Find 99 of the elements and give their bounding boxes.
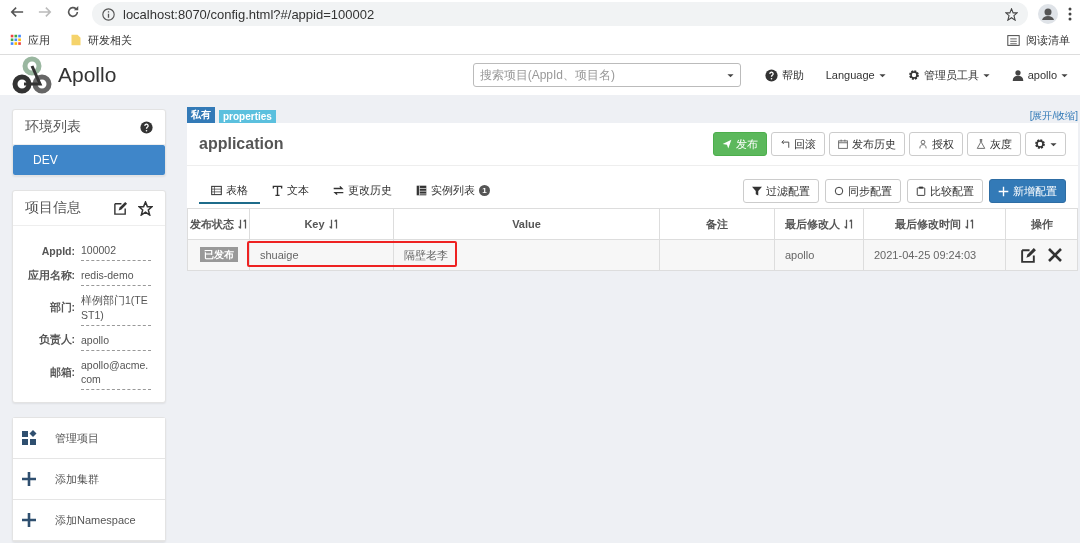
- env-item[interactable]: DEV: [13, 145, 165, 175]
- bookmark[interactable]: 研发相关: [88, 32, 132, 48]
- logo-icon: [12, 56, 52, 94]
- column-header: 操作: [1030, 216, 1053, 232]
- sort-icon: [237, 219, 248, 229]
- namespace-title: application: [199, 135, 284, 153]
- nav-link[interactable]: apollo: [1011, 67, 1068, 83]
- delete-button[interactable]: [1047, 246, 1063, 264]
- field-value: redis-demo: [81, 265, 151, 287]
- tab[interactable]: 实例列表 1: [404, 179, 502, 204]
- settings-button[interactable]: [1025, 132, 1066, 156]
- plus-icon: [21, 512, 37, 529]
- help-icon: [140, 120, 153, 134]
- caret-icon: [1050, 140, 1057, 148]
- table-cell: 2021-04-25 09:24:03: [874, 249, 977, 261]
- bookmark[interactable]: 应用: [28, 32, 50, 48]
- plus-icon: [21, 471, 37, 488]
- tab[interactable]: 更改历史: [321, 179, 404, 204]
- toolbar-button[interactable]: 过滤配置: [743, 179, 819, 203]
- nav-link[interactable]: Language: [825, 67, 886, 83]
- send-icon: [722, 139, 732, 149]
- plus-icon: [998, 185, 1009, 197]
- toolbar-button[interactable]: 新增配置: [989, 179, 1066, 203]
- field-label: AppId:: [40, 244, 75, 257]
- field-value: 100002: [81, 240, 151, 262]
- edit-icon: [1020, 246, 1037, 264]
- field-label: 部门:: [48, 301, 75, 315]
- settings-icon: [1034, 138, 1046, 150]
- reading-list-icon: [1007, 33, 1020, 47]
- info-icon: [102, 7, 115, 21]
- grid-icon: [21, 430, 37, 447]
- tab[interactable]: 表格: [199, 179, 260, 204]
- column-header[interactable]: Key: [304, 218, 339, 230]
- address-bar[interactable]: localhost:8070/config.html?#/appid=100002: [92, 2, 1028, 26]
- toolbar-button[interactable]: 灰度: [967, 132, 1021, 156]
- user-icon: [1011, 69, 1024, 81]
- caret-icon: [1061, 71, 1068, 79]
- caret-icon: [878, 71, 886, 79]
- user-icon: [918, 139, 928, 149]
- sort-icon: [328, 219, 339, 229]
- action-item[interactable]: 添加Namespace: [13, 500, 165, 542]
- field-label: 邮箱:: [48, 365, 75, 380]
- star-icon: [1005, 7, 1018, 21]
- field-value: apollo: [81, 329, 151, 351]
- help-icon: [764, 68, 778, 82]
- caret-icon: [726, 71, 734, 79]
- action-item[interactable]: 管理项目: [13, 418, 165, 460]
- list-icon: [416, 185, 427, 196]
- calendar-icon: [838, 139, 848, 149]
- edit-icon: [113, 200, 128, 216]
- panel-title: 环境列表: [25, 118, 81, 136]
- text-icon: [272, 185, 283, 196]
- toolbar-button[interactable]: 发布历史: [829, 132, 905, 156]
- menu-icon[interactable]: [1068, 7, 1072, 21]
- column-header: 备注: [706, 216, 728, 232]
- field-value: apollo@acme.com: [81, 354, 151, 391]
- column-header: Value: [512, 218, 541, 230]
- reload-icon: [66, 5, 80, 19]
- toolbar-button[interactable]: 比较配置: [907, 179, 983, 203]
- reading-list-link[interactable]: 阅读清单: [1026, 32, 1070, 48]
- star-icon: [138, 200, 153, 216]
- field-value: 样例部门1(TEST1): [81, 290, 151, 326]
- toolbar-button[interactable]: 回滚: [771, 132, 825, 156]
- edit-button[interactable]: [1020, 246, 1037, 264]
- back-icon: [10, 5, 24, 19]
- field-label: 负责人:: [37, 333, 75, 348]
- nav-link[interactable]: 帮助: [764, 67, 804, 83]
- tag: properties: [219, 110, 276, 123]
- status-label: 已发布: [199, 247, 238, 262]
- swap-icon: [333, 185, 344, 196]
- table-cell: 隔壁老李: [404, 248, 448, 261]
- forward-icon: [38, 5, 52, 19]
- tab[interactable]: 文本: [260, 179, 321, 204]
- circle-icon: [834, 186, 844, 196]
- sort-icon: [843, 219, 854, 229]
- table-cell: shuaige: [260, 249, 299, 261]
- settings-icon: [907, 69, 920, 81]
- toolbar-button[interactable]: 授权: [909, 132, 963, 156]
- expand-link[interactable]: [展开/收缩]: [1029, 109, 1078, 123]
- nav-link[interactable]: 管理员工具: [907, 67, 990, 83]
- url-text: localhost:8070/config.html?#/appid=100002: [123, 6, 375, 22]
- tag: 私有: [187, 107, 215, 123]
- toolbar-button[interactable]: 同步配置: [825, 179, 901, 203]
- folder-icon: [70, 34, 82, 46]
- field-label: 应用名称:: [26, 268, 75, 283]
- table-cell: apollo: [785, 249, 815, 261]
- apps-icon: [10, 34, 22, 46]
- table-icon: [211, 185, 222, 196]
- undo-icon: [780, 139, 790, 149]
- avatar-icon[interactable]: [1038, 4, 1058, 24]
- panel-title: 项目信息: [25, 199, 81, 217]
- flask-icon: [976, 139, 986, 149]
- caret-icon: [982, 71, 990, 79]
- logo-text: Apollo: [58, 63, 117, 87]
- filter-icon: [752, 186, 762, 196]
- clipboard-icon: [916, 186, 926, 196]
- sort-icon: [964, 219, 975, 229]
- action-item[interactable]: 添加集群: [13, 459, 165, 501]
- close-icon: [1047, 246, 1063, 263]
